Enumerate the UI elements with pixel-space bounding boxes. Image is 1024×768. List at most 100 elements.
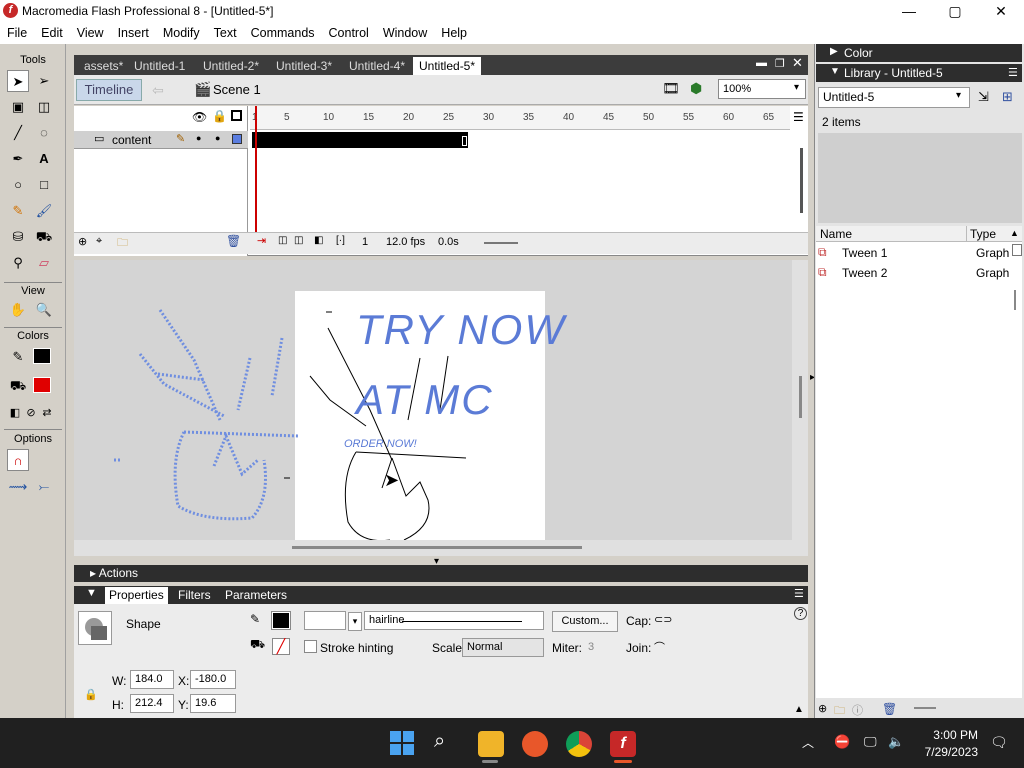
menu-insert[interactable]: Insert [111, 26, 156, 40]
layer-lock-dot-icon[interactable]: ● [215, 133, 220, 143]
back-arrow-icon[interactable]: ⇦ [152, 82, 164, 99]
y-input[interactable]: 19.6 [190, 694, 236, 713]
collapse-arrow-icon[interactable]: ▼ [86, 587, 97, 599]
doc-tab-untitled-1[interactable]: Untitled-1 [128, 57, 191, 75]
expand-properties-icon[interactable]: ▲ [794, 704, 804, 715]
stroke-color-picker[interactable] [271, 611, 291, 630]
panel-menu-icon[interactable]: ☰ [794, 587, 804, 600]
timeline-toggle-button[interactable]: Timeline [76, 79, 142, 101]
search-icon[interactable]: ⌕ [434, 730, 445, 753]
delete-icon[interactable]: 🗑 [882, 702, 897, 716]
fill-color-picker[interactable]: ╱ [272, 638, 290, 655]
snap-magnet-icon[interactable]: ∩ [7, 449, 29, 471]
notifications-icon[interactable]: 🗨 [990, 734, 1008, 751]
show-hidden-icons-chevron-icon[interactable]: ︿ [802, 734, 814, 751]
tab-parameters[interactable]: Parameters [221, 587, 291, 604]
fill-transform-tool-icon[interactable]: ◫ [33, 96, 55, 118]
menu-window[interactable]: Window [376, 26, 434, 40]
close-button[interactable]: ✕ [978, 0, 1024, 22]
doc-restore-icon[interactable]: ❐ [775, 57, 785, 70]
doc-tab-untitled-3[interactable]: Untitled-3* [270, 57, 338, 75]
custom-stroke-button[interactable]: Custom... [552, 611, 618, 632]
smooth-icon[interactable]: ⟿ [7, 476, 29, 498]
start-windows-icon[interactable] [390, 731, 414, 755]
library-item-name[interactable]: Tween 2 [842, 266, 887, 280]
help-icon[interactable]: ? [794, 607, 807, 620]
selection-tool-icon[interactable]: ➤ [7, 70, 29, 92]
library-document-select[interactable]: Untitled-5 [818, 87, 970, 108]
network-off-icon[interactable]: ⛔ [834, 734, 850, 750]
flash-taskbar-icon[interactable]: f [610, 731, 636, 757]
chrome-icon[interactable] [566, 731, 592, 757]
swap-colors-icon[interactable]: ⇄ [36, 402, 58, 424]
scene-label[interactable]: Scene 1 [213, 82, 261, 97]
stroke-color-swatch[interactable] [33, 348, 51, 364]
ink-bottle-tool-icon[interactable]: ⛁ [7, 226, 29, 248]
library-scroll-up[interactable] [1012, 244, 1022, 256]
doc-tab-untitled-2[interactable]: Untitled-2* [197, 57, 265, 75]
library-scroll-thumb[interactable] [1014, 290, 1016, 310]
clock-date[interactable]: 7/29/2023 [912, 745, 978, 759]
cap-style-icon[interactable]: ⊂⊃ [654, 613, 672, 626]
zoom-select[interactable]: 100% [718, 79, 806, 99]
playhead[interactable] [255, 106, 257, 234]
text-tool-icon[interactable]: A [33, 148, 55, 170]
keyframe-span[interactable] [252, 132, 468, 148]
color-panel-header[interactable]: Color [816, 44, 1022, 62]
stage-hscroll-thumb[interactable] [292, 546, 582, 549]
line-tool-icon[interactable]: ╱ [7, 122, 29, 144]
stage-vscroll-thumb[interactable] [799, 376, 802, 418]
menu-commands[interactable]: Commands [244, 26, 322, 40]
show-hide-eye-icon[interactable]: 👁 [192, 110, 207, 124]
sort-arrow-icon[interactable]: ▲ [1010, 228, 1019, 238]
eraser-tool-icon[interactable]: ▱ [33, 252, 55, 274]
subselection-tool-icon[interactable]: ➢ [33, 70, 55, 92]
doc-tab-untitled-4[interactable]: Untitled-4* [343, 57, 411, 75]
menu-edit[interactable]: Edit [34, 26, 70, 40]
menu-modify[interactable]: Modify [156, 26, 207, 40]
scale-select[interactable]: Normal [462, 638, 544, 657]
pen-tool-icon[interactable]: ✒ [7, 148, 29, 170]
edit-symbols-icon[interactable]: ⬢ [690, 80, 702, 97]
add-guide-icon[interactable]: ⌖ [96, 235, 102, 248]
tab-filters[interactable]: Filters [174, 587, 215, 604]
straighten-icon[interactable]: ⤚ [33, 476, 55, 498]
pin-library-icon[interactable]: ⇲ [978, 89, 989, 105]
display-icon[interactable]: 🖵 [864, 734, 877, 750]
onion-skin-icon[interactable]: ◫ [278, 235, 287, 246]
new-library-panel-icon[interactable]: ⊞ [1002, 89, 1013, 105]
menu-help[interactable]: Help [434, 26, 474, 40]
actions-panel-header[interactable]: ▸ Actions [74, 565, 808, 582]
library-panel-header[interactable]: Library - Untitled-5 [816, 64, 1022, 82]
layer-outline-square-icon[interactable] [232, 134, 242, 144]
maximize-button[interactable]: ▢ [932, 0, 978, 22]
pencil-tool-icon[interactable]: ✎ [7, 200, 29, 222]
edit-multiple-icon[interactable]: ◧ [314, 235, 323, 246]
column-name-header[interactable]: Name [820, 227, 852, 241]
layer-visible-dot-icon[interactable]: ● [196, 133, 201, 143]
timeline-vscroll[interactable] [800, 148, 803, 213]
timeline-hscroll[interactable] [484, 242, 518, 244]
library-item-name[interactable]: Tween 1 [842, 246, 887, 260]
brush-tool-icon[interactable]: 🖌 [33, 200, 55, 222]
oval-tool-icon[interactable]: ○ [7, 174, 29, 196]
join-style-icon[interactable]: ⌒ [654, 639, 665, 655]
column-type-header[interactable]: Type [970, 227, 996, 241]
chevron-down-icon[interactable]: ▾ [794, 82, 799, 93]
timeline-menu-icon[interactable]: ☰ [793, 110, 804, 124]
properties-icon[interactable]: ⓘ [852, 702, 863, 718]
chevron-down-icon[interactable]: ▾ [956, 90, 961, 101]
lasso-tool-icon[interactable]: ◌ [33, 122, 55, 144]
menu-control[interactable]: Control [322, 26, 376, 40]
outline-icon[interactable] [231, 110, 242, 121]
stroke-height-dropdown-icon[interactable]: ▾ [348, 612, 362, 631]
rectangle-tool-icon[interactable]: □ [33, 174, 55, 196]
doc-tab-untitled-5[interactable]: Untitled-5* [413, 57, 482, 75]
doc-minimize-icon[interactable]: ▬ [756, 57, 767, 69]
edit-scene-icon[interactable]: 🎞 [662, 80, 680, 97]
menu-view[interactable]: View [70, 26, 111, 40]
fill-color-swatch[interactable] [33, 377, 51, 393]
paint-bucket-tool-icon[interactable]: ⛟ [33, 226, 55, 248]
file-explorer-icon[interactable] [478, 731, 504, 757]
doc-close-icon[interactable]: ✕ [792, 55, 803, 71]
